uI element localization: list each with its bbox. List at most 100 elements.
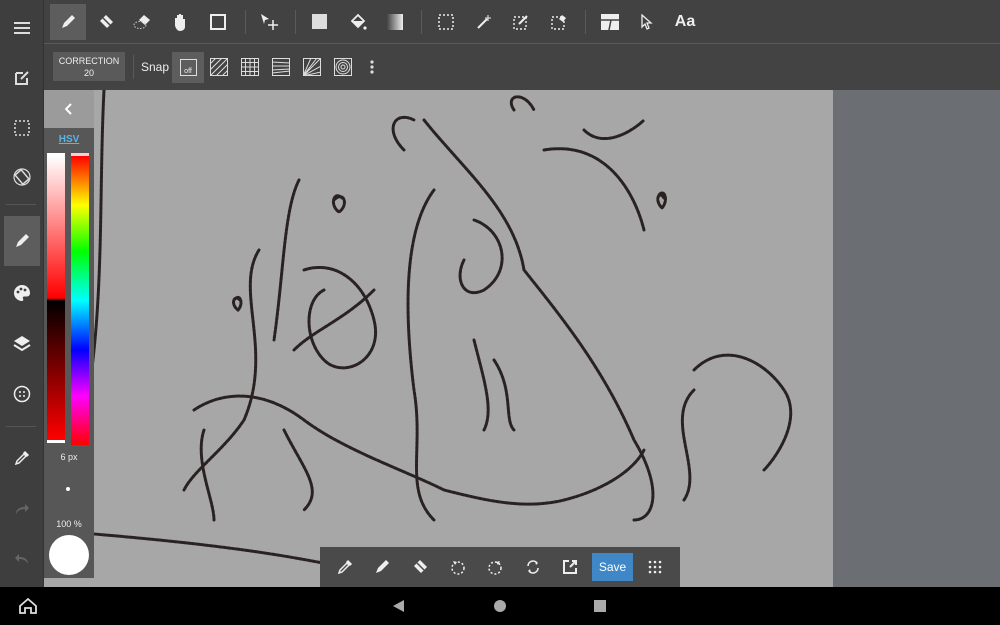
hand-tool[interactable] [162,4,198,40]
current-color-swatch[interactable] [49,535,89,575]
filled-square-icon [312,14,327,29]
home-app-button[interactable] [19,598,37,614]
rotate-canvas-button[interactable] [4,159,40,195]
layers-button[interactable] [4,325,40,361]
gradient-icon [387,14,403,30]
drawing-canvas[interactable] [44,90,833,587]
brush-options-bar: CORRECTION 20 Snap off [44,45,1000,90]
house-icon [19,598,37,614]
menu-icon [14,22,30,34]
snap-parallel-button[interactable] [210,58,228,76]
select-tool[interactable] [428,4,464,40]
back-triangle-icon [393,600,404,612]
brush-size-label: 6 px [60,452,78,462]
move-icon [261,14,278,30]
snap-grid-button[interactable] [241,58,259,76]
concentric-circles-icon [334,58,352,76]
snap-label: Snap [141,60,170,74]
redo-icon [16,504,29,514]
text-tool[interactable]: Aa [667,4,703,40]
redo-button[interactable] [4,491,40,527]
pen-tool[interactable] [50,4,86,40]
saturation-value-slider[interactable] [47,153,65,443]
snap-circle-button[interactable] [334,58,352,76]
grid-dots-icon [648,560,662,574]
quick-menu-button[interactable] [641,553,669,581]
grid-icon [241,58,259,76]
selection-icon [14,120,30,136]
flip-button[interactable] [519,553,547,581]
pencil-icon [16,234,29,247]
rotate-icon [13,168,31,186]
rotate-right-button[interactable] [481,553,509,581]
menu-button[interactable] [4,10,40,46]
fill-rect-tool[interactable] [302,4,338,40]
eyedropper-icon [337,559,353,575]
rectangle-icon [210,14,226,30]
more-vertical-icon [370,60,374,74]
edit-button[interactable] [4,60,40,96]
rotate-left-button[interactable] [444,553,472,581]
materials-icon [13,385,31,403]
snap-off-button[interactable]: off [172,52,204,83]
move-tool[interactable] [251,4,287,40]
collapse-panel-button[interactable] [44,90,94,128]
parallel-lines-icon [210,58,228,76]
eraser-icon [100,15,113,28]
cursor-icon [641,14,653,30]
divide-tool[interactable] [592,4,628,40]
canvas-outside-area [833,90,1000,587]
select-eraser-tool[interactable] [541,4,577,40]
brush-size-preview [66,487,70,491]
eyedropper-icon [14,450,30,466]
correction-button[interactable]: CORRECTION 20 [53,52,125,81]
magic-wand-tool[interactable] [466,4,502,40]
bucket-tool[interactable] [340,4,376,40]
blur-eraser-icon [133,15,150,29]
gradient-tool[interactable] [377,4,413,40]
top-toolbar: Aa [44,0,1000,44]
selection-button[interactable] [4,110,40,146]
save-button[interactable]: Save [592,553,633,581]
snap-off-icon: off [179,59,197,76]
export-button[interactable] [556,553,584,581]
hue-slider[interactable] [71,153,89,445]
quick-eyedropper-button[interactable] [331,553,359,581]
quick-eraser-button[interactable] [406,553,434,581]
edit-icon [15,71,29,85]
correction-value: 20 [83,68,94,78]
rectangle-tool[interactable] [200,4,236,40]
correction-label: CORRECTION [58,56,120,66]
home-button[interactable] [494,600,506,612]
chevron-left-icon [65,103,72,115]
brush-button[interactable] [4,216,40,266]
horizontal-lines-icon [272,58,290,76]
select-pen-tool[interactable] [503,4,539,40]
snap-perspective-button[interactable] [272,58,290,76]
eyedropper-button[interactable] [4,440,40,476]
back-button[interactable] [393,600,404,612]
quick-pen-button[interactable] [368,553,396,581]
operation-tool[interactable] [629,4,665,40]
rotate-right-icon [488,561,502,575]
recents-button[interactable] [594,600,606,612]
eraser-icon [414,560,427,573]
palette-icon [14,284,31,301]
materials-button[interactable] [4,376,40,412]
pen-icon [62,15,75,28]
pencil-icon [376,560,389,573]
flip-icon [527,560,539,574]
blur-eraser-tool[interactable] [125,4,161,40]
radial-lines-icon [303,58,321,76]
snap-radial-button[interactable] [303,58,321,76]
undo-button[interactable] [4,541,40,577]
rotate-left-icon [451,561,465,575]
panel-divide-icon [601,14,619,30]
external-link-icon [563,560,577,574]
opacity-label: 100 % [56,519,82,529]
more-options-button[interactable] [369,59,375,75]
color-mode-hsv[interactable]: HSV [44,134,94,145]
color-button[interactable] [4,275,40,311]
eraser-tool[interactable] [88,4,124,40]
select-pen-icon [513,15,528,30]
